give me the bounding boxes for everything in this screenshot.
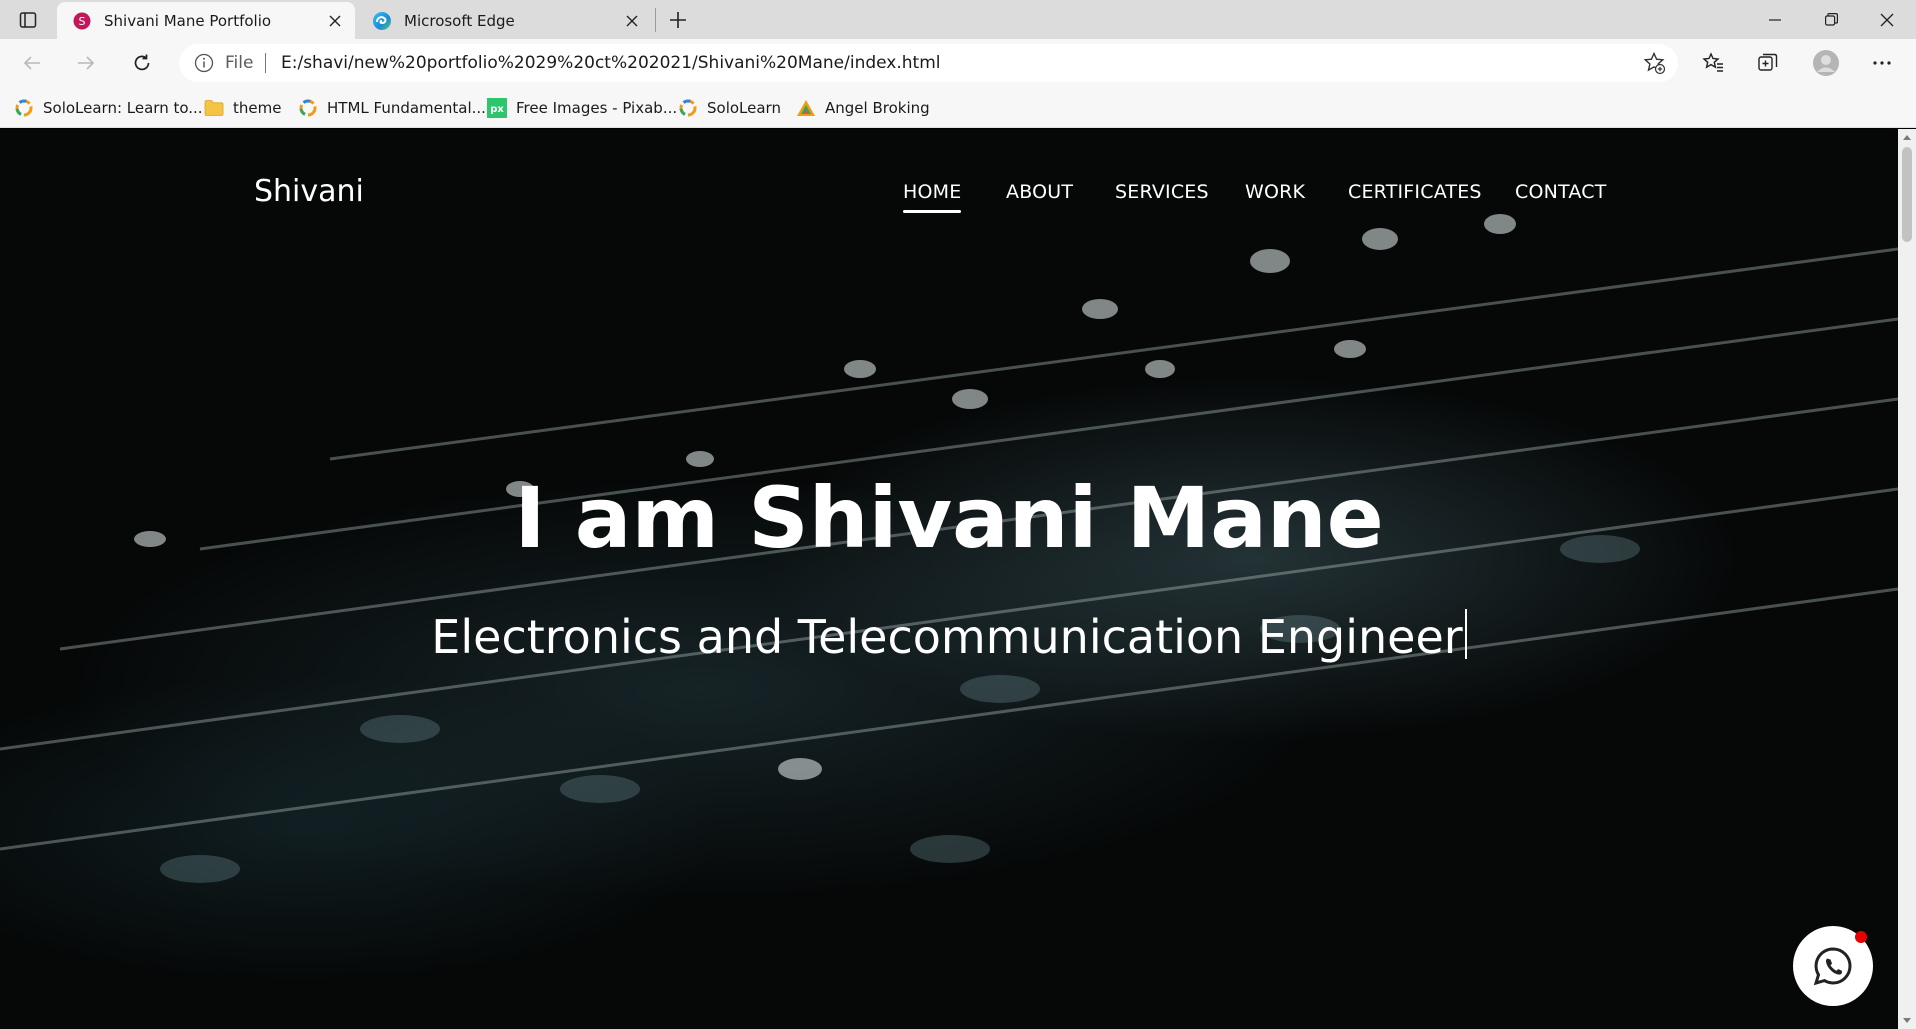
address-bar[interactable]: File E:/shavi/new%20portfolio%2029%20ct%… [179,44,1678,82]
tab-actions-icon [19,12,37,28]
bookmark-theme-folder[interactable]: theme [204,96,281,120]
more-dots-icon [1873,61,1891,65]
pixabay-icon-text: px [490,104,504,115]
tab-separator [655,8,656,32]
url-text[interactable]: E:/shavi/new%20portfolio%2029%20ct%20202… [281,53,940,73]
favorites-button[interactable] [1695,45,1731,81]
info-icon[interactable] [194,53,214,73]
site-brand[interactable]: Shivani [254,174,364,209]
close-tab-icon[interactable] [618,7,646,35]
refresh-icon [134,54,150,71]
scroll-down-arrow-icon[interactable] [1903,1018,1911,1023]
tab-title: Microsoft Edge [404,11,515,30]
bookmark-label: Free Images - Pixab... [516,99,678,117]
nav-services[interactable]: SERVICES [1115,181,1209,203]
forward-button[interactable] [68,45,104,81]
bookmark-sololearn-learn[interactable]: SoloLearn: Learn to... [14,96,203,120]
nav-work[interactable]: WORK [1245,181,1305,203]
close-tab-icon[interactable] [321,7,349,35]
nav-contact[interactable]: CONTACT [1515,181,1607,203]
bookmark-html-fundamentals[interactable]: HTML Fundamental... [298,96,486,120]
back-arrow-icon [23,56,40,70]
bookmark-angel-broking[interactable]: Angel Broking [796,96,930,120]
bookmark-sololearn[interactable]: SoloLearn [678,96,781,120]
favicon-letter: S [79,15,86,28]
settings-more-button[interactable] [1864,45,1900,81]
tab-microsoft-edge[interactable]: Microsoft Edge [357,2,652,39]
forward-arrow-icon [78,56,95,70]
restore-button[interactable] [1803,0,1859,39]
tab-portfolio[interactable]: S Shivani Mane Portfolio [57,2,355,39]
close-icon [1880,13,1894,26]
bookmark-pixabay[interactable]: px Free Images - Pixab... [487,96,677,120]
bookmark-label: HTML Fundamental... [327,99,486,117]
nav-home[interactable]: HOME [903,181,962,213]
whatsapp-icon [1813,947,1852,986]
bookmark-label: SoloLearn: Learn to... [43,99,203,117]
notification-dot [1855,931,1867,943]
address-separator [265,53,266,73]
profile-button[interactable] [1808,45,1844,81]
bookmarks-bar: SoloLearn: Learn to... theme HTML Fundam… [0,88,1916,128]
keyboard-background-image [0,214,1898,883]
restore-icon [1824,13,1838,26]
angel-broking-icon [796,98,816,118]
minimize-button[interactable] [1747,0,1803,39]
scroll-up-arrow-icon[interactable] [1903,135,1911,140]
bookmark-label: SoloLearn [707,99,781,117]
tab-strip: S Shivani Mane Portfolio Microsoft Edge [0,0,1916,39]
hero-subtitle: Electronics and Telecommunication Engine… [431,610,1463,664]
tab-title: Shivani Mane Portfolio [104,11,272,30]
portfolio-favicon-icon: S [72,11,92,31]
add-favorite-icon[interactable] [1642,51,1666,75]
folder-icon [204,98,224,118]
scheme-label: File [225,53,254,73]
hero-subtitle-line: Electronics and Telecommunication Engine… [0,609,1898,664]
sololearn-icon [298,98,318,118]
sololearn-icon [14,98,34,118]
browser-toolbar: File E:/shavi/new%20portfolio%2029%20ct%… [0,39,1916,88]
nav-certificates[interactable]: CERTIFICATES [1348,181,1482,203]
refresh-button[interactable] [124,45,160,81]
nav-about[interactable]: ABOUT [1006,181,1073,203]
collections-button[interactable] [1750,45,1786,81]
bookmark-label: Angel Broking [825,99,930,117]
portfolio-page: Shivani HOME ABOUT SERVICES WORK CERTIFI… [0,129,1898,1029]
back-button[interactable] [14,45,50,81]
minimize-icon [1769,18,1781,21]
hero-title: I am Shivani Mane [514,469,1384,567]
plus-icon [670,12,686,28]
pixabay-icon: px [487,98,507,118]
avatar-icon [1813,50,1839,76]
page-scrollbar[interactable] [1898,129,1916,1029]
tab-actions-button[interactable] [10,6,46,34]
sololearn-icon [678,98,698,118]
scrollbar-thumb[interactable] [1902,147,1912,242]
typing-caret [1464,609,1467,659]
favorites-icon [1702,52,1723,72]
new-tab-button[interactable] [663,5,693,35]
bookmark-label: theme [233,99,282,117]
collections-icon [1758,53,1778,71]
close-window-button[interactable] [1859,0,1915,39]
edge-logo-icon [372,11,392,31]
